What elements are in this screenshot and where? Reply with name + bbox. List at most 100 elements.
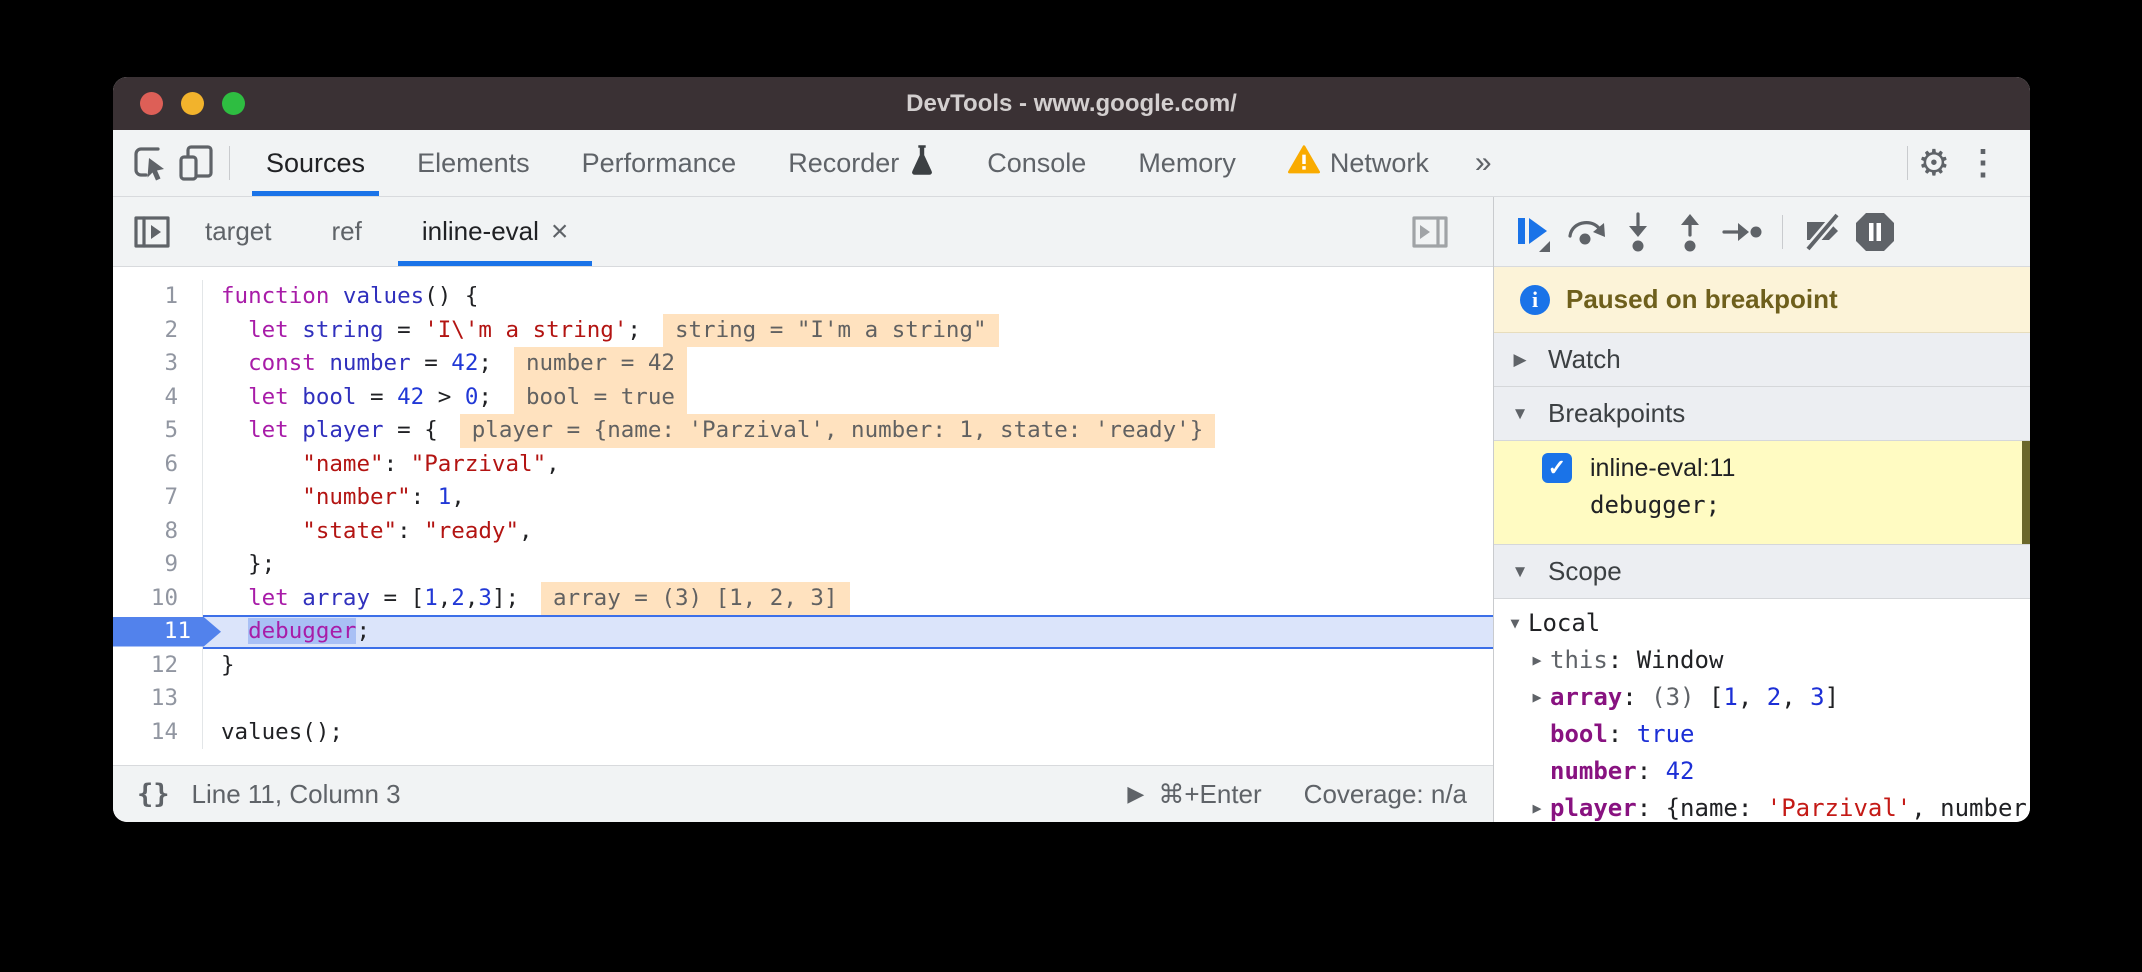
tab-label: Elements [417,148,530,179]
line-number[interactable]: 9 [113,548,203,582]
kebab-menu-icon[interactable]: ⋮ [1950,143,2016,183]
breakpoints-section-label: Breakpoints [1548,398,1685,429]
code-line-14[interactable]: 14values(); [113,716,1493,750]
watch-section-header[interactable]: ▶ Watch [1494,333,2030,387]
resume-script-button[interactable] [1508,206,1560,258]
breakpoint-entry[interactable]: ✓ inline-eval:11 debugger; [1494,441,2030,545]
code-line-10[interactable]: 10 let array = [1,2,3];array = (3) [1, 2… [113,582,1493,616]
code-line-6[interactable]: 6 "name": "Parzival", [113,448,1493,482]
step-over-button[interactable] [1560,206,1612,258]
breakpoint-checkbox[interactable]: ✓ [1542,453,1572,483]
execution-pointer-icon: 11 [113,617,221,647]
scope-row[interactable]: number: 42 [1494,753,2030,790]
code-line-content: }; [203,548,1493,582]
step-into-button[interactable] [1612,206,1664,258]
line-number[interactable]: 12 [113,649,203,683]
file-tab-target[interactable]: target [175,197,302,266]
pause-on-exceptions-button[interactable] [1849,206,1901,258]
tab-elements[interactable]: Elements [391,130,556,196]
tab-recorder[interactable]: Recorder [762,130,961,196]
code-line-8[interactable]: 8 "state": "ready", [113,515,1493,549]
breakpoints-section-header[interactable]: ▼ Breakpoints [1494,387,2030,441]
line-number[interactable]: 10 [113,582,203,616]
code-line-12[interactable]: 12} [113,649,1493,683]
code-line-7[interactable]: 7 "number": 1, [113,481,1493,515]
line-number[interactable]: 7 [113,481,203,515]
more-panels-button[interactable]: » [1455,146,1512,180]
scope-row[interactable]: ▶array: (3) [1, 2, 3] [1494,679,2030,716]
show-debugger-sidebar-icon[interactable] [1407,209,1453,255]
device-toolbar-icon[interactable] [173,140,219,186]
tab-sources[interactable]: Sources [240,130,391,196]
code-line-9[interactable]: 9 }; [113,548,1493,582]
line-number[interactable]: 13 [113,682,203,716]
scope-tree[interactable]: ▼Local▶this: Window▶array: (3) [1, 2, 3]… [1494,599,2030,822]
line-number[interactable]: 4 [113,381,203,415]
line-number[interactable]: 8 [113,515,203,549]
code-line-3[interactable]: 3 const number = 42;number = 42 [113,347,1493,381]
chevron-right-icon: ▶ [1510,350,1530,370]
tab-network[interactable]: Network [1262,130,1455,196]
inspect-element-icon[interactable] [127,140,173,186]
tab-label: Console [987,148,1086,179]
code-line-content: "name": "Parzival", [203,448,1493,482]
run-snippet-icon[interactable]: ▶ [1127,781,1144,807]
line-number[interactable]: 2 [113,314,203,348]
code-line-1[interactable]: 1function values() { [113,280,1493,314]
scope-row[interactable]: bool: true [1494,716,2030,753]
code-line-content: values(); [203,716,1493,750]
breakpoint-scroll-marker [2022,441,2030,544]
tab-performance[interactable]: Performance [556,130,763,196]
line-number[interactable]: 5 [113,414,203,448]
chevron-right-icon[interactable]: ▶ [1524,679,1550,716]
title-bar: DevTools - www.google.com/ [113,77,2030,130]
settings-gear-icon[interactable]: ⚙ [1918,142,1950,184]
scope-row[interactable]: ▼Local [1494,605,2030,642]
code-line-4[interactable]: 4 let bool = 42 > 0;bool = true [113,381,1493,415]
line-number[interactable]: 14 [113,716,203,750]
code-line-2[interactable]: 2 let string = 'I\'m a string';string = … [113,314,1493,348]
info-icon: i [1520,285,1550,315]
inline-eval-hint: array = (3) [1, 2, 3] [541,582,849,616]
tab-label: Sources [266,148,365,179]
tab-label: Network [1330,148,1429,179]
pretty-print-icon[interactable]: {} [137,779,170,810]
code-line-content: let array = [1,2,3];array = (3) [1, 2, 3… [203,582,1493,616]
file-tab-inline-eval[interactable]: inline-eval× [392,197,599,266]
line-number[interactable]: 6 [113,448,203,482]
scope-row[interactable]: ▶this: Window [1494,642,2030,679]
step-out-button[interactable] [1664,206,1716,258]
line-number[interactable]: 3 [113,347,203,381]
file-tab-label: target [205,216,272,247]
code-line-5[interactable]: 5 let player = {player = {name: 'Parziva… [113,414,1493,448]
chevron-right-icon[interactable]: ▶ [1524,790,1550,822]
tab-console[interactable]: Console [961,130,1112,196]
code-line-13[interactable]: 13 [113,682,1493,716]
scope-section-header[interactable]: ▼ Scope [1494,545,2030,599]
scope-row[interactable]: ▶player: {name: 'Parzival', number: 1, s… [1494,790,2030,822]
deactivate-breakpoints-button[interactable] [1797,206,1849,258]
tab-memory[interactable]: Memory [1112,130,1262,196]
paused-banner: i Paused on breakpoint [1494,267,2030,333]
chevron-right-icon[interactable]: ▶ [1524,642,1550,679]
main-toolbar: Sources Elements PerformanceRecorder Consol… [113,130,2030,197]
code-editor[interactable]: 1function values() {2 let string = 'I\'m… [113,267,1493,765]
toolbar-divider [229,146,230,180]
editor-pane: target ref inline-eval× 1function values()… [113,197,1493,822]
debugger-toolbar-divider [1782,215,1783,249]
file-tab-label: ref [332,216,362,247]
step-button[interactable] [1716,206,1768,258]
file-tab-ref[interactable]: ref [302,197,392,266]
line-number[interactable]: 11 [113,615,203,649]
show-navigator-icon[interactable] [129,209,175,255]
line-number[interactable]: 1 [113,280,203,314]
chevron-down-icon[interactable]: ▼ [1502,605,1528,642]
cursor-position: Line 11, Column 3 [192,779,401,810]
code-line-content [203,682,1493,716]
warning-icon [1288,145,1320,182]
toolbar-right: ⚙ ⋮ [1897,142,2030,184]
code-line-content: function values() { [203,280,1493,314]
close-icon[interactable]: × [551,215,569,249]
code-line-11[interactable]: 11 debugger; [113,615,1493,649]
window-title: DevTools - www.google.com/ [113,90,2030,118]
